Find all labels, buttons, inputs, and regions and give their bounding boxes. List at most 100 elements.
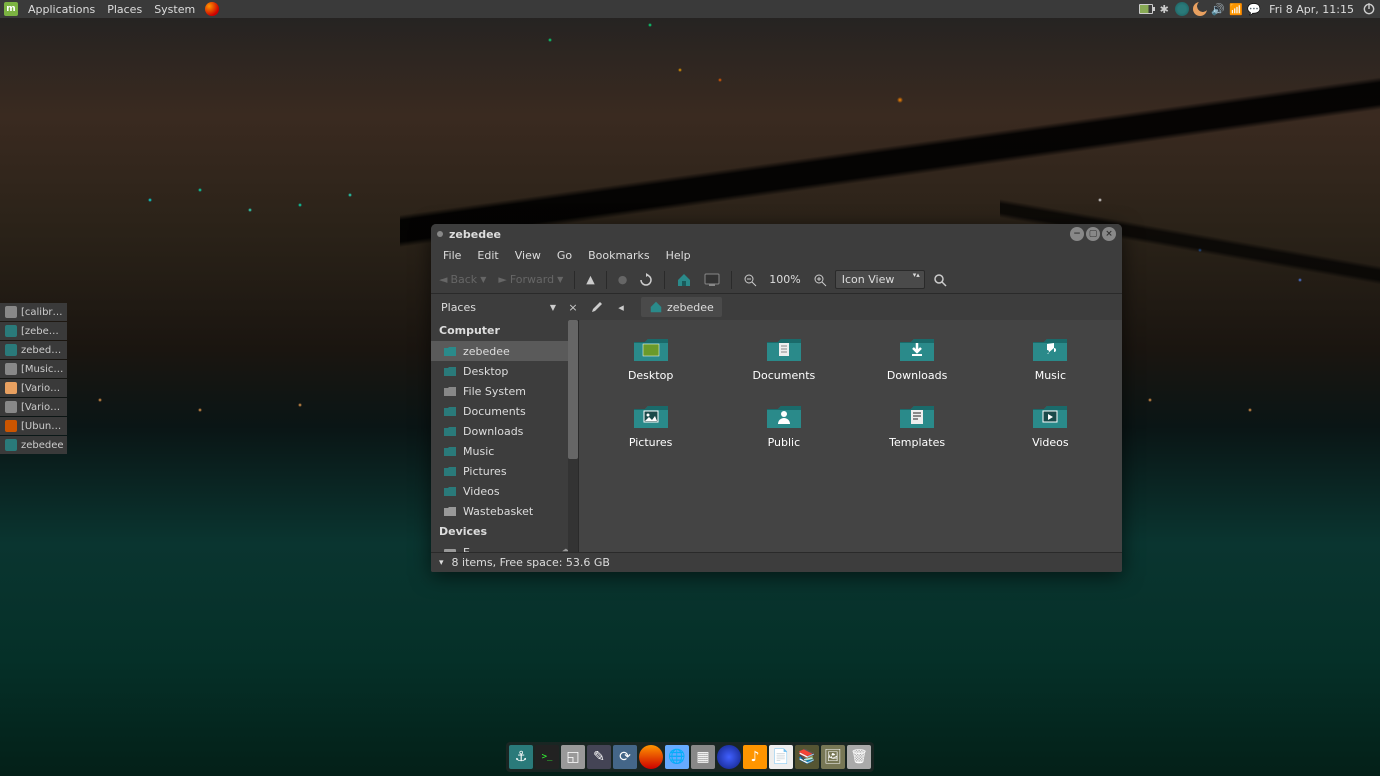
zoom-out-button[interactable] xyxy=(739,270,761,290)
window-title: zebedee xyxy=(449,228,501,241)
menu-edit[interactable]: Edit xyxy=(469,246,506,265)
dock-icon-4[interactable]: ⟳ xyxy=(613,745,637,769)
panel-menu-system[interactable]: System xyxy=(148,1,201,18)
zoom-in-button[interactable] xyxy=(809,270,831,290)
sidebar-item-pictures[interactable]: Pictures xyxy=(431,461,578,481)
folder-templates[interactable]: Templates xyxy=(861,397,973,454)
power-tray-icon[interactable] xyxy=(1362,2,1376,16)
reload-button[interactable] xyxy=(635,270,657,290)
toolbar: ◄ Back ▼ ► Forward ▼ ▲ ● 100% Icon xyxy=(431,266,1122,294)
dock-icon-3[interactable]: ✎ xyxy=(587,745,611,769)
up-button[interactable]: ▲ xyxy=(582,270,598,289)
stop-button[interactable]: ● xyxy=(614,270,632,289)
sidebar-item-downloads[interactable]: Downloads xyxy=(431,421,578,441)
maximize-button[interactable]: ▢ xyxy=(1086,227,1100,241)
folder-downloads[interactable]: Downloads xyxy=(861,330,973,387)
sidebar-item-wastebasket[interactable]: Wastebasket xyxy=(431,501,578,521)
folder-music[interactable]: Music xyxy=(994,330,1106,387)
sidebar-item-desktop[interactable]: Desktop xyxy=(431,361,578,381)
folder-view[interactable]: Desktop Documents Downloads Music Pictur… xyxy=(579,320,1122,552)
view-mode-select[interactable]: Icon View xyxy=(835,270,925,289)
folder-documents[interactable]: Documents xyxy=(728,330,840,387)
close-button[interactable]: × xyxy=(1102,227,1116,241)
computer-button[interactable] xyxy=(700,270,724,290)
back-button[interactable]: ◄ Back ▼ xyxy=(435,270,490,289)
window-label: [Vario… xyxy=(21,402,60,413)
dock-icon-0[interactable]: ⚓ xyxy=(509,745,533,769)
sidebar-header-devices: Devices xyxy=(431,521,578,542)
edit-path-button[interactable] xyxy=(587,297,607,317)
menu-view[interactable]: View xyxy=(507,246,549,265)
sidebar-close-icon[interactable]: × xyxy=(563,297,583,317)
folder-pictures[interactable]: Pictures xyxy=(595,397,707,454)
dock-icon-8[interactable] xyxy=(717,745,741,769)
sidebar-header-computer: Computer xyxy=(431,320,578,341)
window-list-item[interactable]: [Vario… xyxy=(0,398,67,416)
forward-button[interactable]: ► Forward ▼ xyxy=(494,270,567,289)
menu-bookmarks[interactable]: Bookmarks xyxy=(580,246,657,265)
window-list-item[interactable]: [Vario… xyxy=(0,379,67,397)
battery-tray-icon[interactable] xyxy=(1139,2,1153,16)
window-icon xyxy=(5,420,17,432)
sidebar-item-videos[interactable]: Videos xyxy=(431,481,578,501)
up-arrow-icon: ▲ xyxy=(586,273,594,286)
folder-icon xyxy=(1030,334,1070,364)
update-tray-icon[interactable] xyxy=(1175,2,1189,16)
window-list-item[interactable]: zebed… xyxy=(0,341,67,359)
sidebar-chevron-icon[interactable]: ▼ xyxy=(543,297,563,317)
network-tray-icon[interactable]: 📶 xyxy=(1229,2,1243,16)
window-list-item[interactable]: [calibr… xyxy=(0,303,67,321)
distro-menu-icon[interactable]: m xyxy=(4,2,18,16)
sidebar-scrollbar[interactable] xyxy=(568,320,578,552)
dock-icon-5[interactable] xyxy=(639,745,663,769)
search-button[interactable] xyxy=(929,270,951,290)
menu-help[interactable]: Help xyxy=(658,246,699,265)
volume-tray-icon[interactable]: 🔊 xyxy=(1211,2,1225,16)
titlebar[interactable]: zebedee − ▢ × xyxy=(431,224,1122,244)
folder-label: Public xyxy=(764,435,805,450)
pencil-icon xyxy=(590,300,604,314)
panel-menu-applications[interactable]: Applications xyxy=(22,1,101,18)
weather-tray-icon[interactable] xyxy=(1193,2,1207,16)
window-list-item[interactable]: zebedee xyxy=(0,436,67,454)
clock[interactable]: Fri 8 Apr, 11:15 xyxy=(1265,3,1358,16)
dock-icon-9[interactable]: ♪ xyxy=(743,745,767,769)
path-back-button[interactable]: ◂ xyxy=(611,297,631,317)
chevron-down-icon: ▼ xyxy=(557,275,563,284)
sidebar-item-zebedee[interactable]: zebedee xyxy=(431,341,578,361)
dock-icon-12[interactable]: 🖼 xyxy=(821,745,845,769)
sidebar-item-file-system[interactable]: File System xyxy=(431,381,578,401)
dock-icon-13[interactable]: 🗑 xyxy=(847,745,871,769)
folder-public[interactable]: Public xyxy=(728,397,840,454)
firefox-launcher-icon[interactable] xyxy=(205,2,219,16)
menu-go[interactable]: Go xyxy=(549,246,580,265)
sidebar-device-e[interactable]: E⏏ xyxy=(431,542,578,552)
folder-videos[interactable]: Videos xyxy=(994,397,1106,454)
dock-icon-7[interactable]: ▦ xyxy=(691,745,715,769)
breadcrumb-segment[interactable]: zebedee xyxy=(641,297,722,317)
dock-icon-2[interactable]: ◱ xyxy=(561,745,585,769)
dock-icon-1[interactable]: >_ xyxy=(535,745,559,769)
sidebar-item-music[interactable]: Music xyxy=(431,441,578,461)
window-icon xyxy=(5,325,17,337)
bluetooth-tray-icon[interactable]: ✱ xyxy=(1157,2,1171,16)
menu-file[interactable]: File xyxy=(435,246,469,265)
window-list-item[interactable]: [Music… xyxy=(0,360,67,378)
folder-desktop[interactable]: Desktop xyxy=(595,330,707,387)
panel-menu-places[interactable]: Places xyxy=(101,1,148,18)
folder-icon xyxy=(897,334,937,364)
folder-icon xyxy=(764,334,804,364)
dock-icon-11[interactable]: 📚 xyxy=(795,745,819,769)
window-list-item[interactable]: [zebe… xyxy=(0,322,67,340)
window-icon xyxy=(5,306,17,318)
chat-tray-icon[interactable]: 💬 xyxy=(1247,2,1261,16)
dock-icon-10[interactable]: 📄 xyxy=(769,745,793,769)
reload-icon xyxy=(639,273,653,287)
home-button[interactable] xyxy=(672,269,696,291)
dock-icon-6[interactable]: 🌐 xyxy=(665,745,689,769)
status-menu-icon[interactable]: ▾ xyxy=(439,558,444,568)
sidebar-item-documents[interactable]: Documents xyxy=(431,401,578,421)
minimize-button[interactable]: − xyxy=(1070,227,1084,241)
window-list-item[interactable]: [Ubun… xyxy=(0,417,67,435)
location-bar: Places ▼ × ◂ zebedee xyxy=(431,294,1122,320)
